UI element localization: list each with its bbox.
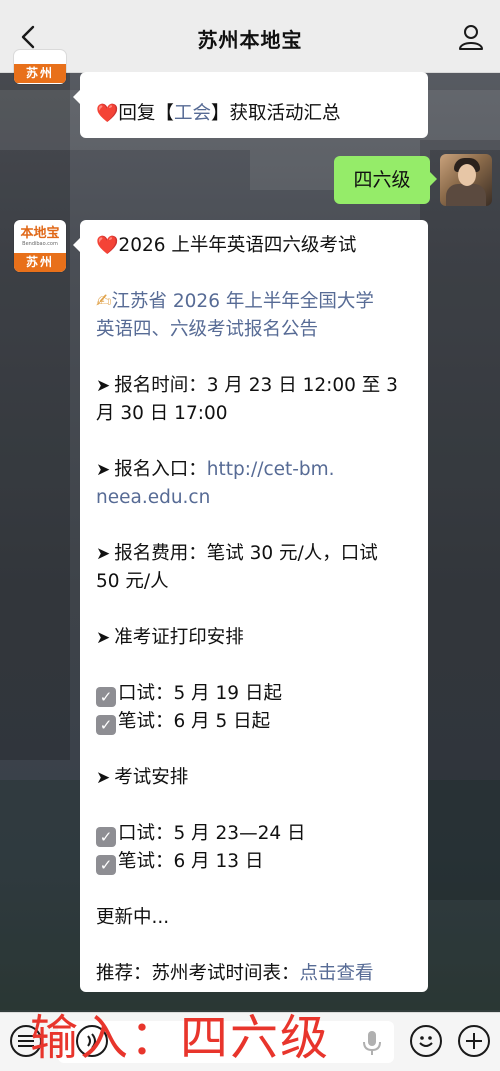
registration-fee: ➤ 报名费用：笔试 30 元/人，口试	[96, 543, 378, 564]
registration-entry: ➤ 报名入口：http://cet-bm.	[96, 459, 335, 480]
admit-card-heading: ➤ 准考证打印安排	[96, 627, 244, 648]
arrow-icon: ➤	[96, 628, 111, 648]
recommend-line: 推荐：苏州考试时间表：点击查看	[96, 963, 374, 984]
arrow-icon: ➤	[96, 460, 111, 480]
profile-button[interactable]	[456, 22, 486, 52]
admit-written: ✓ 笔试：6 月 5 日起	[96, 708, 418, 736]
registration-url-link-line2[interactable]: neea.edu.cn	[96, 484, 418, 512]
exam-schedule-heading: ➤ 考试安排	[96, 767, 189, 788]
microphone-button[interactable]	[360, 1029, 384, 1057]
registration-time: ➤ 报名时间：3 月 23 日 12:00 至 3	[96, 375, 398, 396]
exam-written: ✓ 笔试：6 月 13 日	[96, 848, 418, 876]
heart-emoji: ❤️	[96, 235, 119, 256]
user-message-bubble[interactable]: 四六级	[334, 156, 437, 204]
updating-text: 更新中...	[96, 907, 170, 928]
notice-link-line2[interactable]: 英语四、六级考试报名公告	[96, 316, 418, 344]
checkbox-icon: ✓	[96, 855, 116, 875]
checkbox-icon: ✓	[96, 687, 116, 707]
microphone-icon	[363, 1031, 381, 1055]
writing-hand-emoji: ✍	[96, 291, 112, 312]
reply-hint-bubble[interactable]: ❤️回复【工会】获取活动汇总	[73, 72, 428, 138]
keyword-link[interactable]: 工会	[174, 103, 211, 124]
emoji-button[interactable]	[410, 1025, 442, 1057]
arrow-icon: ➤	[96, 768, 111, 788]
input-overlay-annotation: 输入：四六级	[30, 1010, 331, 1066]
view-schedule-link[interactable]: 点击查看	[300, 963, 374, 984]
top-bar: 苏州本地宝	[0, 0, 500, 73]
exam-info-bubble[interactable]: ❤️2026 上半年英语四六级考试 ✍江苏省 2026 年上半年全国大学 英语四…	[73, 220, 428, 992]
plus-button[interactable]	[458, 1025, 490, 1057]
user-message-text: 四六级	[353, 169, 411, 191]
arrow-icon: ➤	[96, 544, 111, 564]
checkbox-icon: ✓	[96, 827, 116, 847]
message-title: ❤️2026 上半年英语四六级考试	[96, 235, 357, 256]
plus-icon	[466, 1033, 482, 1049]
notice-link[interactable]: ✍江苏省 2026 年上半年全国大学	[96, 288, 418, 316]
official-account-avatar[interactable]: 本地宝 Bendibao.com 苏州	[14, 220, 66, 272]
exam-oral: ✓ 口试：5 月 23—24 日	[96, 820, 418, 848]
page-title: 苏州本地宝	[197, 28, 303, 52]
person-icon	[459, 25, 483, 50]
checkbox-icon: ✓	[96, 715, 116, 735]
registration-url-link[interactable]: http://cet-bm.	[207, 459, 335, 480]
arrow-icon: ➤	[96, 376, 111, 396]
official-account-avatar-top[interactable]: 苏州	[14, 50, 66, 84]
heart-emoji: ❤️	[96, 103, 119, 124]
brand-logo-text: 本地宝	[20, 226, 60, 241]
emoji-icon	[419, 1036, 433, 1047]
user-avatar[interactable]	[440, 154, 492, 206]
admit-oral: ✓ 口试：5 月 19 日起	[96, 680, 418, 708]
